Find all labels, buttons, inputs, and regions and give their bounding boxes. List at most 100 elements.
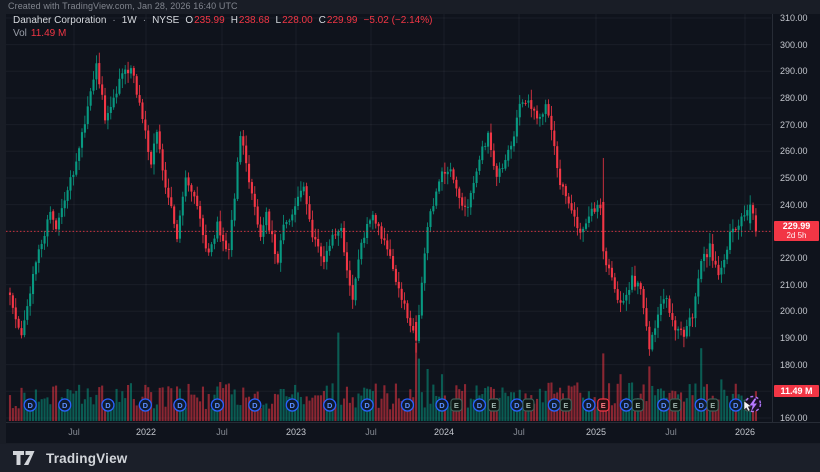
time-axis-label: Jul xyxy=(497,427,541,437)
dividend-marker[interactable]: D xyxy=(730,399,742,411)
svg-text:D: D xyxy=(552,401,558,410)
grid-lines xyxy=(6,14,771,421)
dividend-marker[interactable]: D xyxy=(102,399,114,411)
price-axis-label: 180.00 xyxy=(780,360,808,370)
dividend-marker[interactable]: D xyxy=(473,399,485,411)
earnings-marker[interactable]: E xyxy=(670,399,681,411)
svg-text:D: D xyxy=(177,401,183,410)
symbol-description: Danaher Corporation xyxy=(13,15,106,26)
time-axis-label: Jul xyxy=(200,427,244,437)
volume-badge: 11.49 M xyxy=(774,385,819,397)
svg-text:E: E xyxy=(563,401,568,410)
price-axis-label: 240.00 xyxy=(780,200,808,210)
tradingview-logo xyxy=(13,451,39,466)
svg-text:D: D xyxy=(514,401,520,410)
dividend-marker[interactable]: D xyxy=(620,399,632,411)
svg-text:D: D xyxy=(27,401,33,410)
svg-text:D: D xyxy=(586,401,592,410)
tradingview-snapshot: Created with TradingView.com, Jan 28, 20… xyxy=(0,0,820,472)
price-axis-label: 220.00 xyxy=(780,253,808,263)
price-axis-label: 270.00 xyxy=(780,120,808,130)
svg-text:D: D xyxy=(405,401,411,410)
svg-text:D: D xyxy=(105,401,111,410)
symbol-interval: 1W xyxy=(122,15,137,26)
svg-text:D: D xyxy=(477,401,483,410)
change-value: −5.02 (−2.14%) xyxy=(364,15,433,26)
time-axis-label: 2025 xyxy=(574,427,618,437)
svg-text:D: D xyxy=(364,401,370,410)
dividend-marker[interactable]: D xyxy=(324,399,336,411)
dividend-marker[interactable]: D xyxy=(401,399,413,411)
time-axis-label: Jul xyxy=(349,427,393,437)
tradingview-link[interactable]: TradingView xyxy=(13,451,127,466)
svg-text:D: D xyxy=(733,401,739,410)
svg-text:D: D xyxy=(439,401,445,410)
time-axis-label: 2023 xyxy=(274,427,318,437)
dividend-marker[interactable]: D xyxy=(286,399,298,411)
svg-text:E: E xyxy=(526,401,531,410)
footer: TradingView xyxy=(0,444,820,472)
brand-name: TradingView xyxy=(46,451,127,466)
price-axis-label: 210.00 xyxy=(780,280,808,290)
time-axis-label: 2026 xyxy=(723,427,767,437)
price-axis-label: 250.00 xyxy=(780,173,808,183)
price-axis-label: 300.00 xyxy=(780,40,808,50)
svg-text:E: E xyxy=(601,401,606,410)
earnings-marker[interactable]: E xyxy=(523,399,534,411)
price-axis-label: 190.00 xyxy=(780,333,808,343)
high-value: H238.68 xyxy=(231,15,270,26)
earnings-marker[interactable]: E xyxy=(707,399,718,411)
time-axis[interactable]: Jul2022Jul2023Jul2024Jul2025Jul2026 xyxy=(6,422,820,444)
earnings-marker[interactable]: E xyxy=(632,399,643,411)
svg-text:D: D xyxy=(327,401,333,410)
dividend-marker[interactable]: D xyxy=(59,399,71,411)
last-price-badge: 229.99 2d 5h xyxy=(774,221,819,241)
volume-bars xyxy=(9,333,757,421)
time-axis-label: 2022 xyxy=(124,427,168,437)
svg-text:E: E xyxy=(635,401,640,410)
earnings-marker[interactable]: E xyxy=(560,399,571,411)
separator-dot: · xyxy=(112,15,115,26)
symbol-legend[interactable]: Danaher Corporation · 1W · NYSE O235.99 … xyxy=(13,15,432,26)
dividend-marker[interactable]: D xyxy=(695,399,707,411)
earnings-marker[interactable]: E xyxy=(598,399,609,411)
dividend-marker[interactable]: D xyxy=(24,399,36,411)
low-value: L228.00 xyxy=(276,15,313,26)
earnings-marker[interactable]: E xyxy=(451,399,462,411)
volume-label: Vol xyxy=(13,28,27,39)
dividend-marker[interactable]: D xyxy=(583,399,595,411)
time-axis-label: Jul xyxy=(649,427,693,437)
volume-legend[interactable]: Vol 11.49 M xyxy=(13,28,66,39)
svg-text:E: E xyxy=(491,401,496,410)
dividend-marker[interactable]: D xyxy=(658,399,670,411)
dividend-marker[interactable]: D xyxy=(211,399,223,411)
svg-text:D: D xyxy=(661,401,667,410)
dividend-marker[interactable]: D xyxy=(548,399,560,411)
close-value: C229.99 xyxy=(319,15,358,26)
svg-text:D: D xyxy=(143,401,149,410)
bar-countdown: 2d 5h xyxy=(774,231,819,241)
volume-value: 11.49 M xyxy=(31,28,66,39)
earnings-marker[interactable]: E xyxy=(488,399,499,411)
dividend-marker[interactable]: D xyxy=(139,399,151,411)
svg-text:E: E xyxy=(673,401,678,410)
dividend-marker[interactable]: D xyxy=(174,399,186,411)
price-axis-label: 280.00 xyxy=(780,93,808,103)
dividend-marker[interactable]: D xyxy=(249,399,261,411)
dividend-marker[interactable]: D xyxy=(436,399,448,411)
svg-text:D: D xyxy=(252,401,258,410)
separator-dot: · xyxy=(143,15,146,26)
dividend-marker[interactable]: D xyxy=(361,399,373,411)
price-chart-canvas[interactable]: DDDDDDDDDDDDDDDDDDDDEEEEEEEEE xyxy=(6,14,771,422)
price-axis[interactable]: 160.00170.00180.00190.00200.00210.00220.… xyxy=(772,14,820,422)
price-axis-label: 200.00 xyxy=(780,306,808,316)
attribution-text: Created with TradingView.com, Jan 28, 20… xyxy=(8,1,238,11)
open-value: O235.99 xyxy=(185,15,224,26)
last-price-value: 229.99 xyxy=(774,221,819,231)
svg-text:E: E xyxy=(454,401,459,410)
time-axis-label: Jul xyxy=(52,427,96,437)
svg-text:D: D xyxy=(215,401,221,410)
svg-text:D: D xyxy=(62,401,68,410)
price-axis-label: 290.00 xyxy=(780,66,808,76)
dividend-marker[interactable]: D xyxy=(511,399,523,411)
